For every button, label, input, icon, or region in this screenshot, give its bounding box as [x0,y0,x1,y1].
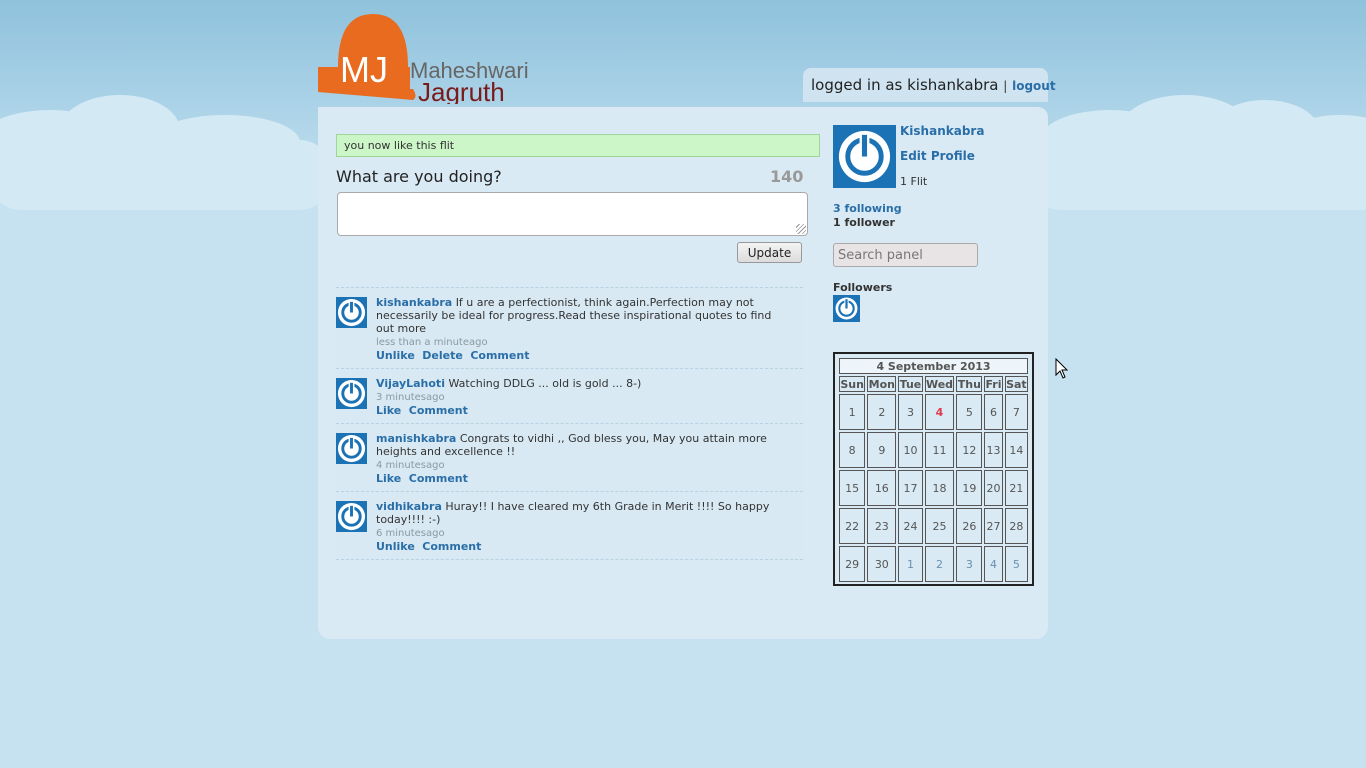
flash-notice: you now like this flit [336,134,820,157]
calendar-day[interactable]: 16 [867,470,897,506]
login-status: logged in as kishankabra | logout [803,68,1056,102]
comment-link[interactable]: Comment [409,404,468,417]
site-logo[interactable]: MJ Maheshwari Jagruth [318,12,548,107]
character-counter: 140 [770,167,804,186]
calendar-day[interactable]: 6 [984,394,1003,430]
calendar-day[interactable]: 8 [839,432,866,468]
calendar-day[interactable]: 10 [898,432,923,468]
feed-message: Watching DDLG ... old is gold ... 8-) [448,377,642,390]
calendar-day[interactable]: 27 [984,508,1003,544]
unlike-link[interactable]: Unlike [376,349,415,362]
calendar-widget: 4 September 2013 Sun Mon Tue Wed Thu Fri… [833,352,1034,586]
power-icon[interactable] [833,125,896,188]
logout-link[interactable]: logout [1012,79,1055,93]
flit-feed: kishankabra If u are a perfectionist, th… [336,287,803,560]
power-icon[interactable] [336,297,367,328]
calendar-day[interactable]: 19 [956,470,983,506]
calendar-day[interactable]: 12 [956,432,983,468]
calendar-day[interactable]: 28 [1004,508,1028,544]
login-text: logged in as kishankabra [811,76,999,94]
power-icon[interactable] [833,295,860,322]
calendar-day[interactable]: 24 [898,508,923,544]
calendar-day-header: Sat [1004,376,1028,392]
calendar-day[interactable]: 2 [924,546,955,582]
profile-name-link[interactable]: Kishankabra [900,124,984,138]
power-icon[interactable] [336,433,367,464]
calendar-day-header: Thu [956,376,983,392]
calendar-day[interactable]: 13 [984,432,1003,468]
followers-heading: Followers [833,281,893,294]
power-icon[interactable] [336,378,367,409]
like-link[interactable]: Like [376,472,401,485]
calendar-day[interactable]: 30 [867,546,897,582]
unlike-link[interactable]: Unlike [376,540,415,553]
calendar-day-header: Wed [924,376,955,392]
following-link[interactable]: 3 following [833,202,902,215]
search-input[interactable] [833,243,978,267]
calendar-day-header: Sun [839,376,866,392]
flit-count: 1 Flit [900,175,928,188]
calendar-day[interactable]: 29 [839,546,866,582]
status-input[interactable] [337,192,808,236]
logo-name-line2: Jagruth [418,77,505,104]
calendar-day-header: Tue [898,376,923,392]
feed-item: VijayLahoti Watching DDLG ... old is gol… [336,368,803,423]
feed-item: kishankabra If u are a perfectionist, th… [336,287,803,368]
calendar-day[interactable]: 17 [898,470,923,506]
feed-timestamp: 4 minutesago [376,460,445,471]
calendar-day[interactable]: 14 [1004,432,1028,468]
calendar-day[interactable]: 3 [898,394,923,430]
delete-link[interactable]: Delete [422,349,463,362]
power-icon[interactable] [336,501,367,532]
comment-link[interactable]: Comment [422,540,481,553]
calendar-day[interactable]: 20 [984,470,1003,506]
feed-user-link[interactable]: VijayLahoti [376,377,445,390]
calendar-day[interactable]: 4 [984,546,1003,582]
logo-mark: MJ [340,49,388,90]
calendar-day[interactable]: 25 [924,508,955,544]
calendar-day[interactable]: 23 [867,508,897,544]
edit-profile-link[interactable]: Edit Profile [900,149,975,163]
comment-link[interactable]: Comment [409,472,468,485]
composer-question: What are you doing? [336,167,502,186]
calendar-day[interactable]: 22 [839,508,866,544]
calendar-day[interactable]: 3 [956,546,983,582]
calendar-day[interactable]: 11 [924,432,955,468]
feed-item: manishkabra Congrats to vidhi ,, God ble… [336,423,803,491]
calendar-day[interactable]: 1 [839,394,866,430]
calendar-day[interactable]: 4 [924,394,955,430]
calendar-day[interactable]: 5 [956,394,983,430]
comment-link[interactable]: Comment [470,349,529,362]
like-link[interactable]: Like [376,404,401,417]
calendar-day[interactable]: 9 [867,432,897,468]
calendar-day[interactable]: 1 [898,546,923,582]
feed-user-link[interactable]: manishkabra [376,432,456,445]
calendar-day[interactable]: 15 [839,470,866,506]
calendar-day-header: Mon [867,376,897,392]
feed-user-link[interactable]: vidhikabra [376,500,442,513]
login-separator: | [1003,79,1008,93]
mouse-pointer-icon [1055,358,1069,379]
calendar-day[interactable]: 21 [1004,470,1028,506]
feed-timestamp: less than a minuteago [376,337,488,348]
calendar-day-header: Fri [984,376,1003,392]
resize-handle[interactable] [796,224,806,234]
calendar-day[interactable]: 7 [1004,394,1028,430]
follower-count: 1 follower [833,216,895,229]
feed-item: vidhikabra Huray!! I have cleared my 6th… [336,491,803,560]
update-button[interactable]: Update [737,242,802,263]
calendar-day[interactable]: 18 [924,470,955,506]
calendar-day[interactable]: 26 [956,508,983,544]
feed-timestamp: 3 minutesago [376,392,445,403]
calendar-day[interactable]: 5 [1004,546,1028,582]
calendar-day[interactable]: 2 [867,394,897,430]
calendar-title: 4 September 2013 [839,358,1028,374]
feed-timestamp: 6 minutesago [376,528,445,539]
feed-user-link[interactable]: kishankabra [376,296,452,309]
